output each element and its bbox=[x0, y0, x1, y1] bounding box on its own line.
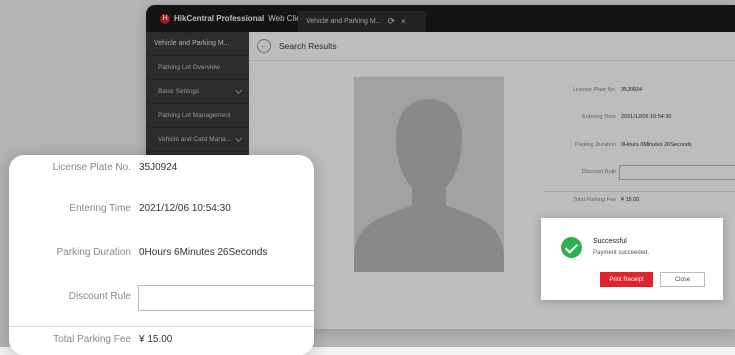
discount-rule-input[interactable] bbox=[138, 285, 314, 311]
payment-success-dialog: Successful Payment succeeded. Print Rece… bbox=[541, 218, 723, 300]
entering-label: Entering Time bbox=[69, 203, 131, 214]
print-receipt-button[interactable]: Print Receipt bbox=[600, 272, 653, 287]
success-check-icon bbox=[561, 237, 582, 258]
duration-value: 0Hours 6Minutes 26Seconds bbox=[139, 247, 268, 258]
plate-value: 35J0924 bbox=[139, 162, 178, 173]
close-button[interactable]: Close bbox=[660, 272, 705, 287]
plate-label: License Plate No. bbox=[52, 162, 131, 173]
entering-value: 2021/12/06 10:54:30 bbox=[139, 203, 231, 214]
duration-label: Parking Duration bbox=[56, 247, 131, 258]
discount-label: Discount Rule bbox=[68, 291, 131, 302]
total-value: ¥ 15.00 bbox=[139, 334, 173, 345]
dialog-message: Payment succeeded. bbox=[593, 250, 650, 256]
zoomed-details-callout: License Plate No. 35J0924 Entering Time … bbox=[9, 155, 314, 355]
total-label: Total Parking Fee bbox=[53, 334, 131, 345]
divider bbox=[9, 326, 314, 327]
dialog-title: Successful bbox=[593, 238, 627, 245]
